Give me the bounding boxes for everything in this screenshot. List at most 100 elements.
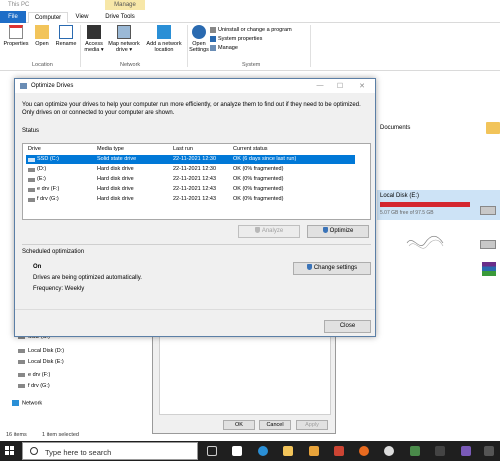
system-properties-button[interactable]: System properties — [210, 35, 262, 43]
analyze-label: Analyze — [261, 228, 284, 234]
map-network-drive-button[interactable]: Map network drive ▾ — [107, 25, 141, 53]
column-header-current-status[interactable]: Current status — [233, 146, 268, 152]
cancel-button[interactable]: Cancel — [259, 420, 291, 430]
table-row[interactable]: (E:) Hard disk drive 22-11-2021 12:43 OK… — [26, 175, 355, 184]
manage-button[interactable]: Manage — [210, 44, 238, 52]
column-header-drive[interactable]: Drive — [28, 146, 41, 152]
close-window-button[interactable]: ✕ — [357, 82, 367, 90]
maximize-button[interactable]: ☐ — [335, 82, 345, 90]
rename-label: Rename — [55, 41, 77, 47]
open-folder-icon — [35, 25, 49, 39]
task-view-icon[interactable] — [207, 446, 217, 456]
group-system: System — [242, 62, 261, 68]
drive-name: f drv (G:) — [37, 196, 59, 202]
windows-start-icon[interactable] — [5, 446, 15, 456]
drawing-thumbnail[interactable] — [405, 232, 445, 254]
ribbon-tabs: File Computer View Drive Tools — [0, 11, 500, 23]
table-row[interactable]: SSD (C:) Solid state drive 22-11-2021 12… — [26, 155, 355, 164]
documents-label[interactable]: Documents — [380, 125, 410, 131]
column-header-last-run[interactable]: Last run — [173, 146, 193, 152]
local-disk-e-label: Local Disk (E:) — [380, 193, 420, 199]
system-properties-label: System properties — [218, 36, 263, 42]
dialog-title-bar: Optimize Drives — ☐ ✕ — [15, 79, 375, 93]
table-row[interactable]: e drv (F:) Hard disk drive 22-11-2021 12… — [26, 185, 355, 194]
ribbon-separator — [80, 25, 81, 67]
nav-item-d[interactable]: Local Disk (D:) — [18, 348, 64, 354]
hard-drive-icon — [28, 178, 35, 182]
defrag-taskbar-icon[interactable] — [461, 446, 471, 456]
app-icon[interactable] — [484, 446, 494, 456]
uninstall-program-button[interactable]: Uninstall or change a program — [210, 26, 292, 34]
tab-file[interactable]: File — [0, 11, 26, 23]
tab-computer[interactable]: Computer — [28, 12, 68, 23]
taskbar-search-box[interactable]: Type here to search — [22, 442, 198, 460]
column-header-media-type[interactable]: Media type — [97, 146, 124, 152]
analyze-button[interactable]: Analyze — [238, 225, 300, 238]
open-button[interactable]: Open — [32, 25, 52, 47]
open-label: Open — [35, 41, 49, 47]
tab-view[interactable]: View — [70, 12, 94, 23]
open-settings-button[interactable]: Open Settings — [189, 25, 209, 53]
word-icon[interactable] — [232, 446, 242, 456]
table-row[interactable]: f drv (G:) Hard disk drive 22-11-2021 12… — [26, 195, 355, 204]
change-settings-label: Change settings — [313, 265, 358, 271]
dialog-title: Optimize Drives — [31, 83, 74, 89]
shield-icon — [306, 264, 312, 271]
system-properties-icon — [210, 35, 216, 42]
minimize-button[interactable]: — — [315, 82, 325, 89]
drive-icon — [18, 383, 25, 388]
search-placeholder: Type here to search — [45, 448, 112, 457]
disk-usage-bar — [380, 202, 470, 207]
drive-name: (D:) — [37, 166, 47, 172]
change-settings-button[interactable]: Change settings — [293, 262, 371, 275]
add-network-location-button[interactable]: Add a network location — [143, 25, 185, 53]
properties-button[interactable]: Properties — [3, 25, 29, 47]
shield-icon — [254, 227, 260, 234]
table-row[interactable]: (D:) Hard disk drive 22-11-2021 12:30 OK… — [26, 165, 355, 174]
hard-drive-icon[interactable] — [480, 240, 496, 249]
archive-icon[interactable] — [482, 262, 496, 276]
item-count: 16 items — [6, 432, 27, 438]
tab-drive-tools[interactable]: Drive Tools — [100, 12, 140, 23]
schedule-state: On — [33, 264, 42, 270]
folder-icon[interactable] — [486, 122, 500, 134]
network-drive-icon — [117, 25, 131, 39]
media-icon — [87, 25, 101, 39]
drives-table: Drive Media type Last run Current status… — [22, 143, 371, 220]
nav-item-network[interactable]: Network — [12, 400, 42, 406]
edge-icon[interactable] — [258, 446, 268, 456]
schedule-description: Drives are being optimized automatically… — [33, 275, 142, 281]
properties-label: Properties — [3, 41, 29, 47]
last-run: 22-11-2021 12:30 — [173, 166, 217, 172]
app-icon[interactable] — [410, 446, 420, 456]
drive-name: e drv (F:) — [37, 186, 60, 192]
nav-item-e[interactable]: Local Disk (E:) — [18, 359, 64, 365]
hard-drive-icon — [28, 168, 35, 172]
apply-button[interactable]: Apply — [296, 420, 328, 430]
network-location-icon — [157, 25, 171, 39]
app-icon[interactable] — [334, 446, 344, 456]
gear-icon — [192, 25, 206, 39]
nav-item-f[interactable]: e drv (F:) — [18, 372, 50, 378]
ssd-icon — [28, 158, 35, 162]
map-network-label: Map network drive ▾ — [108, 41, 140, 53]
open-settings-label: Open Settings — [189, 41, 209, 53]
app-icon[interactable] — [309, 446, 319, 456]
ok-button[interactable]: OK — [223, 420, 255, 430]
defrag-icon — [20, 83, 27, 89]
current-status: OK (0% fragmented) — [233, 186, 284, 192]
current-status: OK (0% fragmented) — [233, 196, 284, 202]
app-icon[interactable] — [435, 446, 445, 456]
optimize-button[interactable]: Optimize — [307, 225, 369, 238]
nav-item-label: Local Disk (E:) — [28, 359, 64, 365]
rename-button[interactable]: Rename — [54, 25, 78, 47]
firefox-icon[interactable] — [359, 446, 369, 456]
nav-item-g[interactable]: f drv (G:) — [18, 383, 50, 389]
explorer-window-title: This PC — [8, 2, 30, 8]
access-media-button[interactable]: Access media ▾ — [83, 25, 105, 53]
file-explorer-icon[interactable] — [283, 446, 293, 456]
chrome-icon[interactable] — [384, 446, 394, 456]
close-button[interactable]: Close — [324, 320, 371, 333]
taskbar: Type here to search — [0, 441, 500, 461]
manage-contextual-tab[interactable]: Manage — [105, 0, 145, 10]
